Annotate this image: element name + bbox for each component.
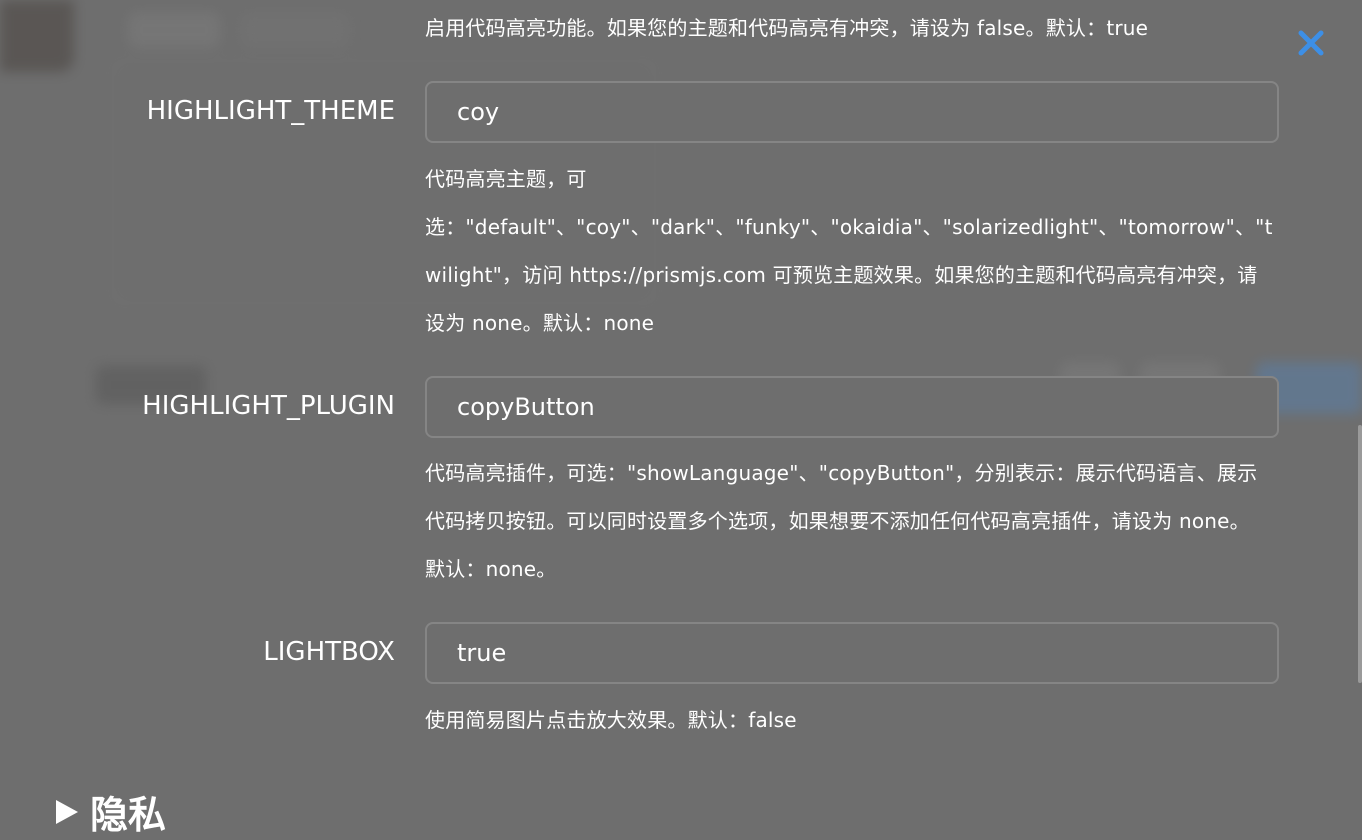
triangle-right-icon [56,799,78,824]
setting-description: 启用代码高亮功能。如果您的主题和代码高亮有冲突，请设为 false。默认：tru… [425,4,1285,52]
setting-label-lightbox: LIGHTBOX [263,637,395,667]
highlight-plugin-input[interactable] [425,376,1279,438]
close-icon [1298,30,1324,56]
description-line: 选："default"、"coy"、"dark"、"funky"、"okaidi… [425,215,1273,239]
description-line: wilight"，访问 https://prismjs.com 可预览主题效果。… [425,263,1258,287]
setting-description-lightbox: 使用简易图片点击放大效果。默认：false [425,696,1285,744]
background-avatar [0,0,74,72]
highlight-theme-input[interactable] [425,81,1279,143]
setting-label-highlight-plugin: HIGHLIGHT_PLUGIN [142,391,395,421]
setting-description-highlight-theme: 代码高亮主题，可 选："default"、"coy"、"dark"、"funky… [425,155,1285,347]
description-line: 使用简易图片点击放大效果。默认：false [425,708,797,732]
description-line: 启用代码高亮功能。如果您的主题和代码高亮有冲突，请设为 false。默认：tru… [425,16,1149,40]
description-line: 设为 none。默认：none [425,311,655,335]
description-line: 默认：none。 [425,557,557,581]
section-title: 隐私 [90,793,167,837]
background-tab [240,12,350,48]
setting-label-highlight-theme: HIGHLIGHT_THEME [146,96,395,126]
description-line: 代码高亮主题，可 [425,167,587,191]
description-line: 代码拷贝按钮。可以同时设置多个选项，如果想要不添加任何代码高亮插件，请设为 no… [425,509,1250,533]
description-line: 代码高亮插件，可选："showLanguage"、"copyButton"，分别… [425,461,1258,485]
setting-description-highlight-plugin: 代码高亮插件，可选："showLanguage"、"copyButton"，分别… [425,449,1285,593]
lightbox-input[interactable] [425,622,1279,684]
scrollbar[interactable] [1358,425,1362,683]
background-tab [128,12,220,48]
section-toggle-privacy[interactable]: 隐私 [56,784,166,839]
close-button[interactable] [1294,26,1328,60]
